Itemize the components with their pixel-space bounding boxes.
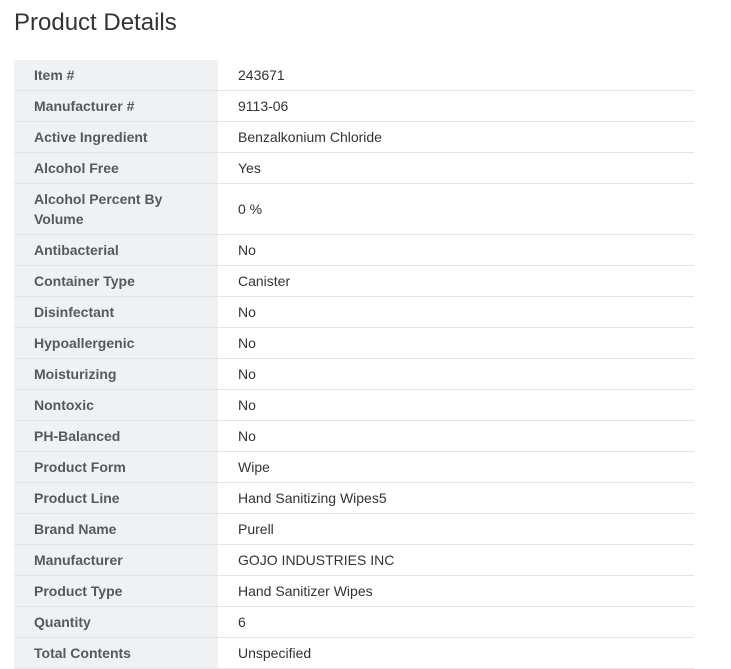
detail-row-product-line: Product Line Hand Sanitizing Wipes5 [14, 482, 694, 514]
detail-row-disinfectant: Disinfectant No [14, 296, 694, 328]
detail-label: Container Type [14, 265, 218, 297]
detail-row-container-type: Container Type Canister [14, 265, 694, 297]
detail-label: Total Contents [14, 637, 218, 669]
detail-value: Benzalkonium Chloride [218, 121, 694, 153]
detail-row-manufacturer-number: Manufacturer # 9113-06 [14, 90, 694, 122]
detail-value: No [218, 389, 694, 421]
detail-value: Hand Sanitizing Wipes5 [218, 482, 694, 514]
detail-row-hypoallergenic: Hypoallergenic No [14, 327, 694, 359]
detail-value: No [218, 420, 694, 452]
detail-value: 0 % [218, 183, 694, 235]
detail-row-manufacturer: Manufacturer GOJO INDUSTRIES INC [14, 544, 694, 576]
detail-row-nontoxic: Nontoxic No [14, 389, 694, 421]
detail-value: No [218, 327, 694, 359]
detail-label: Alcohol Free [14, 152, 218, 184]
detail-value: Yes [218, 152, 694, 184]
detail-value: Canister [218, 265, 694, 297]
detail-row-antibacterial: Antibacterial No [14, 234, 694, 266]
detail-value: Wipe [218, 451, 694, 483]
detail-value: 243671 [218, 60, 694, 91]
detail-label: Nontoxic [14, 389, 218, 421]
detail-row-quantity: Quantity 6 [14, 606, 694, 638]
detail-row-brand-name: Brand Name Purell [14, 513, 694, 545]
detail-label: Quantity [14, 606, 218, 638]
detail-label: Antibacterial [14, 234, 218, 266]
detail-label: Product Type [14, 575, 218, 607]
detail-value: Hand Sanitizer Wipes [218, 575, 694, 607]
detail-value: Unspecified [218, 637, 694, 669]
detail-row-ph-balanced: PH-Balanced No [14, 420, 694, 452]
detail-label: Active Ingredient [14, 121, 218, 153]
detail-value: 6 [218, 606, 694, 638]
detail-label: Brand Name [14, 513, 218, 545]
detail-row-active-ingredient: Active Ingredient Benzalkonium Chloride [14, 121, 694, 153]
detail-label: Product Form [14, 451, 218, 483]
product-details-table: Item # 243671 Manufacturer # 9113-06 Act… [14, 60, 694, 669]
detail-label: Product Line [14, 482, 218, 514]
detail-label: Manufacturer [14, 544, 218, 576]
detail-label: Moisturizing [14, 358, 218, 390]
detail-label: Item # [14, 60, 218, 91]
detail-label: Hypoallergenic [14, 327, 218, 359]
detail-label: Manufacturer # [14, 90, 218, 122]
detail-value: GOJO INDUSTRIES INC [218, 544, 694, 576]
detail-row-alcohol-free: Alcohol Free Yes [14, 152, 694, 184]
detail-row-item-number: Item # 243671 [14, 60, 694, 91]
detail-value: 9113-06 [218, 90, 694, 122]
detail-row-moisturizing: Moisturizing No [14, 358, 694, 390]
detail-value: No [218, 234, 694, 266]
detail-value: No [218, 358, 694, 390]
page-title: Product Details [14, 9, 177, 36]
detail-label: Disinfectant [14, 296, 218, 328]
detail-row-product-type: Product Type Hand Sanitizer Wipes [14, 575, 694, 607]
detail-value: No [218, 296, 694, 328]
detail-row-alcohol-percent: Alcohol Percent By Volume 0 % [14, 183, 694, 235]
detail-label: Alcohol Percent By Volume [14, 183, 218, 235]
detail-value: Purell [218, 513, 694, 545]
detail-row-total-contents: Total Contents Unspecified [14, 637, 694, 669]
detail-row-product-form: Product Form Wipe [14, 451, 694, 483]
detail-label: PH-Balanced [14, 420, 218, 452]
